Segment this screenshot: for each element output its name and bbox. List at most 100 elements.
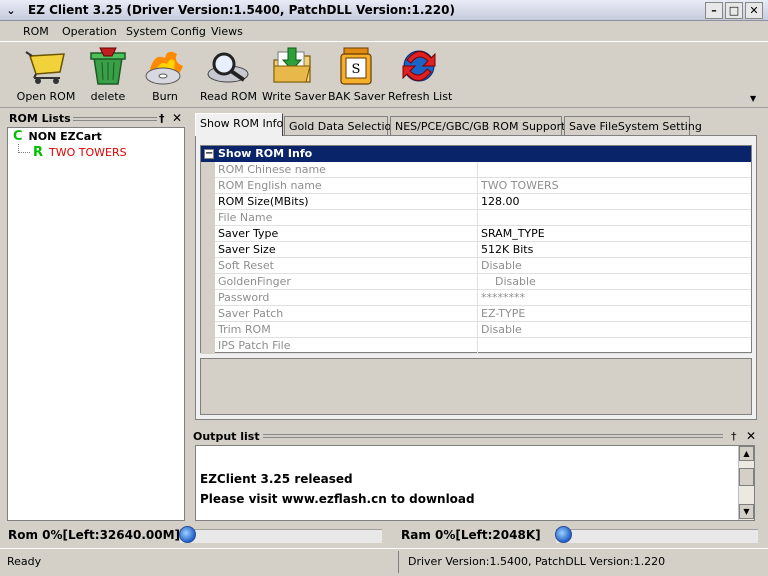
property-row[interactable]: Saver Size 512K Bits <box>201 242 751 258</box>
property-name: Saver Type <box>218 227 279 240</box>
pin-icon[interactable]: † <box>159 112 165 125</box>
property-name: Saver Patch <box>218 307 284 320</box>
column-separator <box>477 226 478 242</box>
close-icon[interactable]: ✕ <box>172 111 182 125</box>
property-row[interactable]: Soft Reset Disable <box>201 258 751 274</box>
scroll-thumb[interactable] <box>739 468 754 486</box>
property-name: ROM Chinese name <box>218 163 326 176</box>
output-scrollbar[interactable]: ▲ ▼ <box>738 446 754 520</box>
property-name: GoldenFinger <box>218 275 291 288</box>
property-name: Saver Size <box>218 243 276 256</box>
property-row[interactable]: GoldenFinger Disable <box>201 274 751 290</box>
column-separator <box>477 178 478 194</box>
menu-operation[interactable]: Operation <box>62 25 117 38</box>
property-name: ROM Size(MBits) <box>218 195 309 208</box>
property-name: Soft Reset <box>218 259 274 272</box>
row-gutter <box>201 338 215 354</box>
column-separator <box>477 162 478 178</box>
property-value[interactable]: 512K Bits <box>481 243 533 256</box>
read-rom-button[interactable]: Read ROM <box>200 46 257 103</box>
tree-item-label: TWO TOWERS <box>49 146 127 159</box>
scroll-down-icon[interactable]: ▼ <box>739 504 754 519</box>
close-icon[interactable]: ✕ <box>746 429 756 443</box>
magnifier-icon <box>206 46 250 86</box>
column-separator <box>477 242 478 258</box>
bak-saver-button[interactable]: S BAK Saver <box>328 46 385 103</box>
ram-slider-icon[interactable] <box>555 526 572 543</box>
tab-save-filesystem-setting[interactable]: Save FileSystem Setting <box>564 116 702 136</box>
row-gutter <box>201 226 215 242</box>
svg-text:S: S <box>352 62 361 77</box>
column-separator <box>477 274 478 290</box>
collapse-icon[interactable]: − <box>204 149 214 159</box>
property-value[interactable]: EZ-TYPE <box>481 307 525 320</box>
tab-gold-data-selection[interactable]: Gold Data Selection <box>284 116 398 136</box>
property-value[interactable]: SRAM_TYPE <box>481 227 545 240</box>
row-gutter <box>201 178 215 194</box>
property-name: File Name <box>218 211 273 224</box>
property-value[interactable]: Disable <box>481 323 522 336</box>
open-rom-button[interactable]: Open ROM <box>14 46 78 103</box>
rom-slider-icon[interactable] <box>179 526 196 543</box>
panel-grip[interactable] <box>73 117 157 121</box>
cart-letter-icon: C <box>13 129 23 144</box>
menu-system-config[interactable]: System Config <box>126 25 206 38</box>
property-row[interactable]: Saver Type SRAM_TYPE <box>201 226 751 242</box>
property-row[interactable]: File Name <box>201 210 751 226</box>
trash-icon <box>86 46 130 86</box>
tree-item-non-ezcart[interactable]: C NON EZCart <box>13 129 102 144</box>
property-value[interactable]: 128.00 <box>481 195 520 208</box>
row-gutter <box>201 306 215 322</box>
output-log: EZClient 3.25 released Please visit www.… <box>195 445 755 521</box>
property-value[interactable]: ******** <box>481 291 525 304</box>
property-row[interactable]: Saver Patch EZ-TYPE <box>201 306 751 322</box>
property-row[interactable]: Trim ROM Disable <box>201 322 751 338</box>
toolbar: Open ROM delete Burn Read ROM Write Save… <box>0 42 768 108</box>
menu-bar: ROM Operation System Config Views <box>0 21 768 42</box>
property-name: ROM English name <box>218 179 322 192</box>
property-value[interactable]: Disable <box>481 275 536 288</box>
column-separator <box>477 210 478 226</box>
ram-capacity-label: Ram 0%[Left:2048K] <box>401 528 541 542</box>
system-menu-icon[interactable]: ⌄ <box>3 3 19 18</box>
tree-item-two-towers[interactable]: R TWO TOWERS <box>33 145 127 160</box>
row-gutter <box>201 162 215 178</box>
scroll-up-icon[interactable]: ▲ <box>739 446 754 461</box>
rom-capacity-label: Rom 0%[Left:32640.00M] <box>8 528 180 542</box>
output-list-title: Output list <box>193 430 260 443</box>
output-line: Please visit www.ezflash.cn to download <box>200 492 475 506</box>
maximize-icon[interactable]: □ <box>725 2 743 19</box>
property-value[interactable]: TWO TOWERS <box>481 179 559 192</box>
cart-icon <box>24 46 68 86</box>
pin-icon[interactable]: † <box>731 430 737 443</box>
property-row[interactable]: IPS Patch File <box>201 338 751 354</box>
menu-rom[interactable]: ROM <box>23 25 49 38</box>
close-icon[interactable]: ✕ <box>745 2 763 19</box>
refresh-list-button[interactable]: Refresh List <box>388 46 452 103</box>
tab-strip: Show ROM Info Gold Data Selection NES/PC… <box>195 113 755 136</box>
burning-disc-icon <box>143 46 187 86</box>
menu-views[interactable]: Views <box>211 25 243 38</box>
property-row[interactable]: ROM Size(MBits) 128.00 <box>201 194 751 210</box>
tab-nes-pce-gbc-gb-rom-support[interactable]: NES/PCE/GBC/GB ROM Support <box>390 116 565 136</box>
panel-grip[interactable] <box>263 434 723 438</box>
tree-item-label: NON EZCart <box>28 130 102 143</box>
property-value[interactable]: Disable <box>481 259 522 272</box>
row-gutter <box>201 194 215 210</box>
write-saver-button[interactable]: Write Saver <box>262 46 326 103</box>
property-row[interactable]: ROM English name TWO TOWERS <box>201 178 751 194</box>
property-name: Password <box>218 291 270 304</box>
property-description-box <box>200 358 752 415</box>
minimize-icon[interactable]: – <box>705 2 723 19</box>
burn-button[interactable]: Burn <box>143 46 187 103</box>
column-separator <box>477 322 478 338</box>
property-row[interactable]: Password ******** <box>201 290 751 306</box>
rom-progress <box>180 529 382 543</box>
property-row[interactable]: ROM Chinese name <box>201 162 751 178</box>
toolbar-overflow-icon[interactable]: ▼ <box>750 94 756 103</box>
ram-progress <box>556 529 758 543</box>
window-title: EZ Client 3.25 (Driver Version:1.5400, P… <box>28 3 455 17</box>
tab-show-rom-info[interactable]: Show ROM Info <box>195 113 283 136</box>
tree-connector <box>18 144 30 153</box>
delete-button[interactable]: delete <box>86 46 130 103</box>
